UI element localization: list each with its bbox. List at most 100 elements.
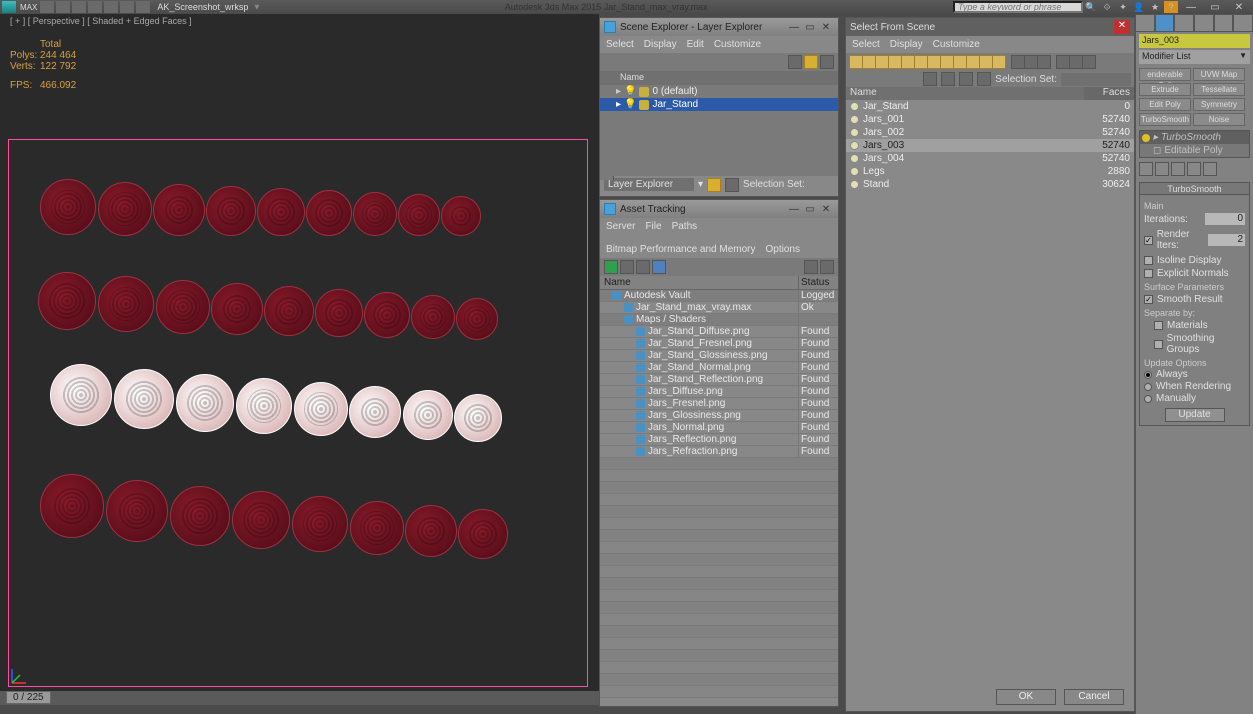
close-panel-button[interactable]: ✕ [818,204,834,215]
close-button[interactable]: ✕ [1227,0,1251,14]
create-tab-icon[interactable] [1135,14,1155,32]
select-row[interactable]: Legs2880 [846,165,1134,178]
menu-customize[interactable]: Customize [714,39,761,50]
rollout-header[interactable]: TurboSmooth [1139,182,1250,195]
workspace-dropdown[interactable]: AK_Screenshot_wrksp [157,2,248,12]
filter-xref-icon[interactable] [953,55,967,69]
filter-icon[interactable] [788,55,802,69]
explorer-type-dropdown[interactable]: Layer Explorer [604,178,694,191]
asset-tracking-titlebar[interactable]: Asset Tracking — ▭ ✕ [600,200,838,218]
always-radio[interactable] [1144,371,1152,379]
display-tab-icon[interactable] [1214,14,1234,32]
open-icon[interactable] [56,1,70,13]
smooth-result-checkbox[interactable]: ✓ [1144,295,1153,304]
pin-stack-icon[interactable] [1139,162,1153,176]
asset-row[interactable]: Jars_Glossiness.pngFound [600,410,838,422]
select-row[interactable]: Jars_00452740 [846,152,1134,165]
filter-bone-icon[interactable] [966,55,980,69]
tree-header-name[interactable]: Name [600,71,838,85]
asset-row[interactable]: Autodesk VaultLogged [600,290,838,302]
ok-button[interactable]: OK [996,689,1056,705]
modifier-button[interactable]: Extrude [1139,83,1191,96]
menu-display[interactable]: Display [890,39,923,50]
configure-icon[interactable] [1203,162,1217,176]
remove-mod-icon[interactable] [1187,162,1201,176]
manually-radio[interactable] [1144,395,1152,403]
minimize-panel-button[interactable]: — [786,204,802,215]
selection-set-dropdown[interactable] [1061,73,1131,86]
menu-paths[interactable]: Paths [672,220,698,233]
col-name[interactable]: Name [846,87,1084,100]
viewport[interactable]: [ + ] [ Perspective ] [ Shaded + Edged F… [0,14,599,705]
expand-icon[interactable] [941,72,955,86]
update-button[interactable]: Update [1165,408,1225,422]
refresh-icon[interactable] [604,260,618,274]
asset-row[interactable]: Maps / Shaders [600,314,838,326]
asset-row[interactable]: Jars_Fresnel.pngFound [600,398,838,410]
modify-tab-icon[interactable] [1155,14,1175,32]
select-row[interactable]: Jars_00352740 [846,139,1134,152]
modifier-button[interactable]: UVW Map [1193,68,1245,81]
motion-tab-icon[interactable] [1194,14,1214,32]
menu-bitmap[interactable]: Bitmap Performance and Memory [606,243,756,256]
table-view-icon[interactable] [652,260,666,274]
smoothing-groups-checkbox[interactable] [1154,340,1163,349]
view-mode-icon[interactable] [804,55,818,69]
display-dependents-icon[interactable] [1037,55,1051,69]
filter-cam-icon[interactable] [901,55,915,69]
minimize-button[interactable]: — [1179,0,1203,14]
asset-row[interactable]: Jar_Stand_Normal.pngFound [600,362,838,374]
signin-icon[interactable]: 👤 [1132,1,1146,13]
filter-shape-icon[interactable] [875,55,889,69]
select-row[interactable]: Jars_00252740 [846,126,1134,139]
menu-edit[interactable]: Edit [687,39,704,50]
close-panel-button[interactable]: ✕ [818,22,834,33]
new-icon[interactable] [40,1,54,13]
show-end-icon[interactable] [1155,162,1169,176]
menu-options[interactable]: Options [766,243,800,256]
sync-icon[interactable] [820,55,834,69]
filter-light-icon[interactable] [888,55,902,69]
asset-row[interactable]: Jar_Stand_Reflection.pngFound [600,374,838,386]
search-icon[interactable] [1082,55,1096,69]
stack-item[interactable]: Editable Poly [1164,145,1222,156]
highlight-icon[interactable] [804,260,818,274]
modifier-button[interactable]: Edit Poly [1139,98,1191,111]
filter-warp-icon[interactable] [927,55,941,69]
search-icon[interactable]: 🔍 [1084,1,1098,13]
menu-display[interactable]: Display [644,39,677,50]
menu-select[interactable]: Select [852,39,880,50]
select-depends-icon[interactable] [1069,55,1083,69]
menu-server[interactable]: Server [606,220,635,233]
asset-row[interactable]: Jar_Stand_Fresnel.pngFound [600,338,838,350]
utilities-tab-icon[interactable] [1233,14,1253,32]
hierarchy-tab-icon[interactable] [1174,14,1194,32]
timeline-frame[interactable]: 0 / 225 [6,691,51,704]
connect-icon[interactable]: ⟐ [1100,1,1114,13]
filter-group-icon[interactable] [940,55,954,69]
menu-file[interactable]: File [645,220,661,233]
display-influences-icon[interactable] [1024,55,1038,69]
favorite-icon[interactable]: ★ [1148,1,1162,13]
modifier-button[interactable]: Noise [1193,113,1245,126]
list-view-icon[interactable] [636,260,650,274]
iterations-spinner[interactable]: 0 [1205,213,1245,225]
modifier-stack[interactable]: ▸TurboSmooth ◻Editable Poly [1139,130,1250,158]
render-iters-checkbox[interactable]: ✓ [1144,236,1153,245]
filter-frozen-icon[interactable] [992,55,1006,69]
when-rendering-radio[interactable] [1144,383,1152,391]
tree-row[interactable]: ▸💡 Jar_Stand [600,98,838,111]
asset-row[interactable]: Jar_Stand_Diffuse.pngFound [600,326,838,338]
maximize-panel-button[interactable]: ▭ [802,22,818,33]
timeline[interactable]: 0 / 225 [0,691,599,705]
lock-icon[interactable] [977,72,991,86]
maximize-button[interactable]: ▭ [1203,0,1227,14]
render-iters-spinner[interactable]: 2 [1208,234,1245,246]
settings-icon[interactable] [820,260,834,274]
asset-row[interactable]: Jars_Reflection.pngFound [600,434,838,446]
col-faces[interactable]: Faces [1084,87,1134,100]
stack-item[interactable]: TurboSmooth [1161,132,1221,143]
select-row[interactable]: Stand30624 [846,178,1134,191]
select-from-scene-titlebar[interactable]: Select From Scene ✕ [846,18,1134,36]
select-row[interactable]: Jars_00152740 [846,113,1134,126]
